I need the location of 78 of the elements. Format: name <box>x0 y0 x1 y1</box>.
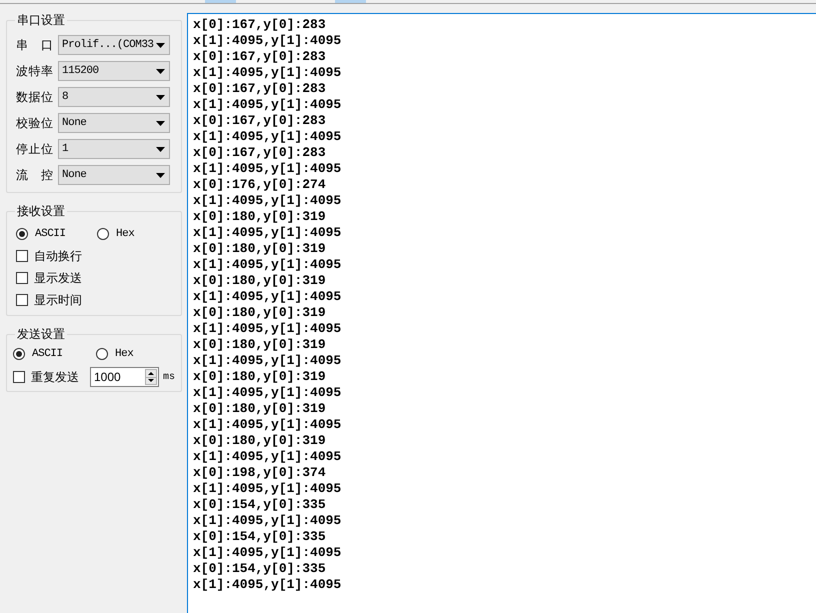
radio-label[interactable]: ASCII <box>32 346 63 362</box>
log-line: x[0]:180,y[0]:319 <box>193 305 327 321</box>
unit-label: ms <box>163 370 176 384</box>
radio-button[interactable] <box>97 228 109 240</box>
log-line: x[0]:180,y[0]:319 <box>193 273 327 289</box>
log-line: x[0]:167,y[0]:283 <box>193 81 327 97</box>
caret-icon <box>156 42 165 48</box>
radio-label[interactable]: ASCII <box>35 226 66 242</box>
field-label: 串 口 <box>16 38 53 52</box>
log-line: x[1]:4095,y[1]:4095 <box>193 257 342 273</box>
receive-text-area[interactable] <box>187 13 816 613</box>
log-line: x[0]:167,y[0]:283 <box>193 17 327 33</box>
log-line: x[1]:4095,y[1]:4095 <box>193 577 342 593</box>
group-title: 发送设置 <box>16 326 66 342</box>
log-line: x[1]:4095,y[1]:4095 <box>193 449 342 465</box>
log-line: x[0]:198,y[0]:374 <box>193 465 327 481</box>
log-line: x[0]:180,y[0]:319 <box>193 337 327 353</box>
dropdown[interactable]: 8 <box>58 87 170 107</box>
log-line: x[1]:4095,y[1]:4095 <box>193 545 342 561</box>
log-line: x[1]:4095,y[1]:4095 <box>193 33 342 49</box>
log-line: x[0]:154,y[0]:335 <box>193 497 327 513</box>
log-line: x[1]:4095,y[1]:4095 <box>193 289 342 305</box>
checkbox[interactable] <box>16 250 28 262</box>
dropdown[interactable]: 1 <box>58 139 170 159</box>
log-line: x[1]:4095,y[1]:4095 <box>193 225 342 241</box>
radio-label[interactable]: Hex <box>116 226 134 242</box>
group-title: 串口设置 <box>16 12 66 28</box>
caret-icon <box>156 120 165 126</box>
radio-label[interactable]: Hex <box>115 346 134 362</box>
group-title: 接收设置 <box>16 203 66 219</box>
checkbox[interactable] <box>16 272 28 284</box>
checkbox-label[interactable]: 显示发送 <box>34 271 82 285</box>
log-line: x[1]:4095,y[1]:4095 <box>193 321 342 337</box>
log-line: x[1]:4095,y[1]:4095 <box>193 385 342 401</box>
log-line: x[0]:176,y[0]:274 <box>193 177 327 193</box>
log-line: x[0]:180,y[0]:319 <box>193 241 327 257</box>
checkbox-label[interactable]: 显示时间 <box>34 293 82 307</box>
field-label: 停止位 <box>16 142 53 156</box>
log-line: x[1]:4095,y[1]:4095 <box>193 161 342 177</box>
checkbox-label[interactable]: 重复发送 <box>31 370 79 384</box>
dropdown[interactable]: Prolif...(COM33 <box>58 35 170 55</box>
log-line: x[0]:167,y[0]:283 <box>193 113 327 129</box>
arrow-down-icon <box>148 379 154 382</box>
field-label: 波特率 <box>16 64 53 78</box>
interval-spinbox[interactable]: 1000 <box>90 367 159 387</box>
dropdown[interactable]: None <box>58 113 170 133</box>
log-line: x[1]:4095,y[1]:4095 <box>193 129 342 145</box>
log-line: x[1]:4095,y[1]:4095 <box>193 97 342 113</box>
log-line: x[1]:4095,y[1]:4095 <box>193 417 342 433</box>
field-label: 流 控 <box>16 168 53 182</box>
radio-button[interactable] <box>13 348 25 360</box>
log-line: x[0]:180,y[0]:319 <box>193 401 327 417</box>
field-label: 数据位 <box>16 90 53 104</box>
caret-icon <box>156 146 165 152</box>
log-line: x[1]:4095,y[1]:4095 <box>193 481 342 497</box>
caret-icon <box>156 94 165 100</box>
log-line: x[0]:180,y[0]:319 <box>193 209 327 225</box>
caret-icon <box>156 68 165 74</box>
checkbox[interactable] <box>16 294 28 306</box>
log-line: x[0]:154,y[0]:335 <box>193 561 327 577</box>
log-line: x[1]:4095,y[1]:4095 <box>193 65 342 81</box>
log-line: x[0]:154,y[0]:335 <box>193 529 327 545</box>
caret-icon <box>156 172 165 178</box>
log-line: x[0]:167,y[0]:283 <box>193 49 327 65</box>
dropdown[interactable]: 115200 <box>58 61 170 81</box>
field-label: 校验位 <box>16 116 53 130</box>
arrow-up-icon <box>148 372 154 375</box>
log-line: x[0]:180,y[0]:319 <box>193 433 327 449</box>
checkbox-label[interactable]: 自动换行 <box>34 249 82 263</box>
log-line: x[0]:180,y[0]:319 <box>193 369 327 385</box>
radio-button[interactable] <box>16 228 28 240</box>
radio-button[interactable] <box>96 348 108 360</box>
log-line: x[1]:4095,y[1]:4095 <box>193 513 342 529</box>
log-line: x[0]:167,y[0]:283 <box>193 145 327 161</box>
log-line: x[1]:4095,y[1]:4095 <box>193 193 342 209</box>
log-line: x[1]:4095,y[1]:4095 <box>193 353 342 369</box>
checkbox[interactable] <box>13 371 25 383</box>
dropdown[interactable]: None <box>58 165 170 185</box>
